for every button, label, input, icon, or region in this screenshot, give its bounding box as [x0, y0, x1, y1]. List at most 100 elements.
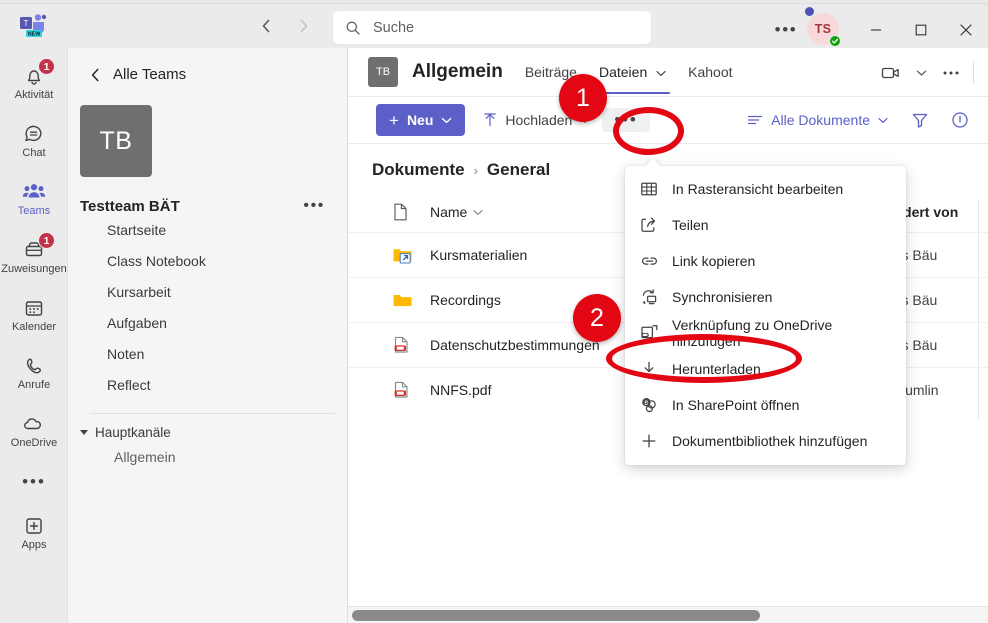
context-menu-item-open-sharepoint[interactable]: S In SharePoint öffnen [625, 387, 906, 423]
chevron-left-icon [90, 67, 101, 83]
annotation-badge-2: 2 [573, 294, 621, 342]
new-button-label: Neu [406, 112, 434, 128]
context-menu-item-label: Synchronisieren [672, 289, 773, 305]
onedrive-shortcut-icon [639, 323, 659, 343]
sidebar-item-kalender[interactable]: Kalender [0, 286, 68, 344]
context-menu-item-label: In Rasteransicht bearbeiten [672, 181, 844, 197]
minimize-button[interactable] [853, 10, 898, 50]
plus-icon [639, 431, 659, 451]
toolbar-more-button[interactable]: ••• [602, 108, 650, 132]
context-menu-item-grid-edit[interactable]: In Rasteransicht bearbeiten [625, 171, 906, 207]
sidebar-item-onedrive[interactable]: OneDrive [0, 402, 68, 460]
team-app-noten[interactable]: Noten [68, 339, 347, 370]
context-menu-item-label: Link kopieren [672, 253, 756, 269]
context-menu-item-onedrive-shortcut[interactable]: Verknüpfung zu OneDrive hinzufügen [625, 315, 906, 351]
page-title: Allgemein [412, 61, 503, 82]
horizontal-scrollbar-thumb[interactable] [352, 610, 760, 621]
context-menu-item-share[interactable]: Teilen [625, 207, 906, 243]
search-bar[interactable] [333, 11, 651, 44]
all-teams-back-button[interactable]: Alle Teams [68, 48, 347, 83]
context-menu-item-download[interactable]: Herunterladen [625, 351, 906, 387]
breadcrumb-item-dokumente[interactable]: Dokumente [372, 160, 465, 180]
app-rail: Aktivität 1 Chat Teams Zuweisungen 1 Kal… [0, 48, 68, 623]
channel-tabs: Beiträge Dateien Kahoot [525, 50, 733, 94]
tab-kahoot[interactable]: Kahoot [688, 50, 732, 94]
tab-dateien[interactable]: Dateien [594, 50, 671, 94]
pdf-icon [372, 380, 430, 400]
tab-label: Kahoot [688, 64, 733, 80]
rail-overflow-button[interactable]: ••• [0, 460, 68, 504]
channel-item-allgemein[interactable]: Allgemein [68, 442, 347, 473]
team-more-button[interactable]: ••• [303, 197, 325, 215]
avatar[interactable]: TS [807, 13, 841, 47]
sync-icon [639, 287, 659, 307]
team-app-startseite[interactable]: Startseite [68, 215, 347, 246]
team-app-aufgaben[interactable]: Aufgaben [68, 308, 347, 339]
team-app-kursarbeit[interactable]: Kursarbeit [68, 277, 347, 308]
titlebar-more-button[interactable]: ••• [771, 15, 801, 45]
team-app-class-notebook[interactable]: Class Notebook [68, 246, 347, 277]
breadcrumb-item-general[interactable]: General [487, 160, 550, 180]
close-button[interactable] [943, 10, 988, 50]
new-button[interactable]: + Neu [376, 104, 466, 136]
chevron-down-icon [80, 430, 88, 435]
presence-available-icon [829, 35, 841, 47]
video-camera-icon[interactable] [877, 58, 905, 88]
team-panel: Alle Teams TB Testteam BÄT ••• Startseit… [68, 48, 348, 623]
sidebar-item-chat[interactable]: Chat [0, 112, 68, 170]
context-menu-item-copy-link[interactable]: Link kopieren [625, 243, 906, 279]
toolbar-right-group: Alle Dokumente [739, 104, 976, 136]
sidebar-item-label: Apps [21, 538, 47, 551]
maximize-button[interactable] [898, 10, 943, 50]
folder-icon [372, 290, 430, 310]
context-menu-item-add-document-library[interactable]: Dokumentbibliothek hinzufügen [625, 423, 906, 459]
view-selector[interactable]: Alle Dokumente [739, 106, 896, 134]
team-app-reflect[interactable]: Reflect [68, 370, 347, 401]
chevron-down-icon[interactable] [907, 58, 935, 88]
assignments-badge: 1 [38, 232, 55, 249]
horizontal-scrollbar[interactable] [348, 606, 988, 623]
search-input[interactable] [373, 19, 639, 36]
filter-icon[interactable] [904, 104, 936, 136]
svg-text:NEW: NEW [28, 32, 41, 38]
channel-group-hauptkanaele[interactable]: Hauptkanäle [68, 414, 347, 442]
table-column-separator [978, 199, 979, 419]
sidebar-item-label: Teams [17, 204, 51, 217]
breadcrumb-separator: › [473, 162, 478, 178]
share-icon [639, 215, 659, 235]
sidebar-item-label: Aktivität [14, 88, 54, 101]
forward-button[interactable] [296, 16, 312, 36]
all-teams-label: Alle Teams [113, 66, 187, 83]
sidebar-item-aktivitaet[interactable]: Aktivität 1 [0, 54, 68, 112]
upload-arrow-icon [483, 112, 497, 128]
back-button[interactable] [258, 16, 274, 36]
sidebar-item-teams[interactable]: Teams [0, 170, 68, 228]
window-controls: ••• TS [771, 8, 988, 52]
title-bar: T NEW Suche ••• TS [0, 4, 988, 48]
tab-label: Dateien [598, 64, 648, 80]
document-icon [372, 202, 430, 222]
info-icon[interactable] [944, 104, 976, 136]
folder-shortcut-icon [372, 245, 430, 265]
more-horizontal-icon[interactable] [937, 58, 965, 88]
sharepoint-icon: S [639, 395, 659, 415]
channel-header-actions [877, 48, 980, 97]
chevron-down-icon [656, 64, 666, 80]
link-icon [639, 251, 659, 271]
annotation-badge-1: 1 [559, 74, 607, 122]
plus-icon: + [389, 110, 399, 130]
sidebar-item-label: Kalender [11, 320, 57, 333]
context-menu-item-sync[interactable]: Synchronisieren [625, 279, 906, 315]
sidebar-item-zuweisungen[interactable]: Zuweisungen 1 [0, 228, 68, 286]
channel-header: TB Allgemein Beiträge Dateien Kahoot [348, 48, 988, 97]
sidebar-item-apps[interactable]: Apps [0, 504, 68, 562]
header-separator [973, 61, 974, 84]
context-menu-item-label: Teilen [672, 217, 709, 233]
context-menu-arrow [645, 159, 661, 167]
chat-icon [23, 123, 45, 145]
toolbar-more-context-menu: In Rasteransicht bearbeiten Teilen Link … [625, 166, 906, 465]
sidebar-item-anrufe[interactable]: Anrufe [0, 344, 68, 402]
navigation-arrows [258, 16, 312, 36]
activity-badge: 1 [38, 58, 55, 75]
phone-icon [23, 355, 45, 377]
